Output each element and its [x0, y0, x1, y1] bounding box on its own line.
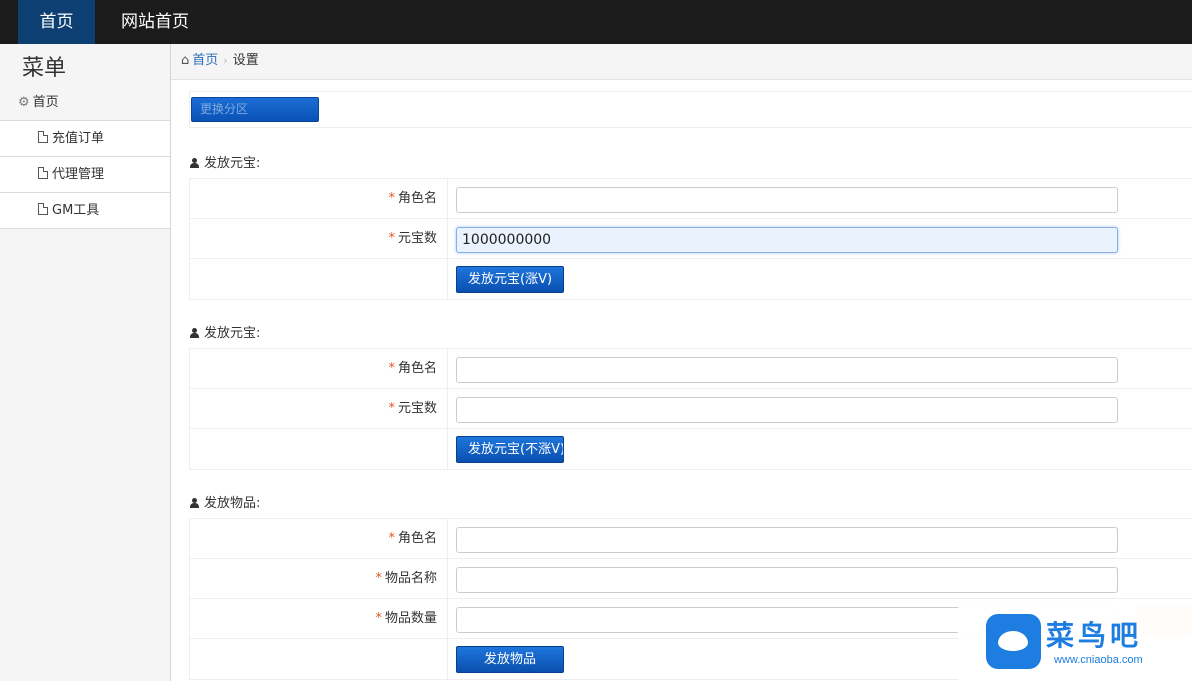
form-grant-ingots-novip: * 角色名 * 元宝数 发放元宝(不涨V) [189, 348, 1192, 470]
required-star: * [388, 531, 395, 546]
form-row: * 角色名 [190, 519, 1192, 559]
field-label: * 角色名 [190, 349, 448, 389]
field-label-text: 物品名称 [384, 571, 437, 586]
field-label-text: 物品数量 [384, 611, 437, 626]
section-title-text: 发放元宝: [204, 156, 261, 171]
field-label: * 角色名 [190, 179, 448, 219]
file-icon [38, 167, 48, 179]
form-row: * 角色名 [190, 349, 1192, 389]
sidebar-item-label: 代理管理 [52, 167, 105, 182]
required-star: * [388, 191, 395, 206]
item-name-input[interactable] [456, 567, 1118, 593]
grant-ingots-vip-button[interactable]: 发放元宝(涨V) [456, 266, 565, 293]
field-label-text: 角色名 [397, 191, 437, 206]
required-star: * [388, 231, 395, 246]
required-star: * [375, 571, 382, 586]
role-name-input[interactable] [456, 527, 1118, 553]
required-star: * [375, 611, 382, 626]
form-row: * 元宝数 [190, 389, 1192, 429]
field-label-text: 角色名 [397, 361, 437, 376]
sidebar: 菜单 ⚙ 首页 充值订单 代理管理 GM工具 [0, 44, 171, 681]
role-name-input[interactable] [456, 187, 1118, 213]
nav-site-home-link[interactable]: 网站首页 [110, 0, 200, 44]
field-label: * 元宝数 [190, 219, 448, 259]
field-label: * 物品名称 [190, 559, 448, 599]
section-title-text: 发放物品: [204, 496, 261, 511]
section-title-text: 发放元宝: [204, 326, 261, 341]
breadcrumb: ⌂ 首页 › 设置 [171, 44, 1192, 80]
grant-items-button[interactable]: 发放物品 [456, 646, 564, 673]
grant-ingots-novip-button[interactable]: 发放元宝(不涨V) [456, 436, 564, 463]
field-label-text: 角色名 [397, 531, 437, 546]
ingot-amount-input[interactable] [456, 227, 1118, 253]
section-title: 发放元宝: [189, 152, 260, 171]
form-row: * 物品名称 [190, 559, 1192, 599]
watermark-logo: 菜鸟吧 www.cniaoba.com [958, 604, 1192, 681]
main-content: 更换分区 发放元宝: *角色名 *元宝数 发放元宝(涨V) 发放元宝: *角色名… [171, 81, 1192, 681]
breadcrumb-home-link[interactable]: 首页 [192, 53, 218, 68]
top-navbar: 首页 网站首页 [0, 0, 1192, 44]
field-label: * 角色名 [190, 519, 448, 559]
sidebar-title: 菜单 [22, 56, 67, 81]
sidebar-group-label: 首页 [32, 95, 59, 110]
user-icon [189, 498, 200, 508]
role-name-input[interactable] [456, 357, 1118, 383]
watermark-text: 菜鸟吧 [1046, 619, 1143, 652]
breadcrumb-current: 设置 [232, 53, 259, 68]
user-icon [189, 328, 200, 338]
switch-zone-bar: 更换分区 [189, 91, 1192, 128]
required-star: * [388, 361, 395, 376]
sidebar-item-label: 充值订单 [52, 131, 105, 146]
form-row: * 元宝数 [190, 219, 1192, 259]
sidebar-item-recharge-orders[interactable]: 充值订单 [0, 121, 170, 157]
required-star: * [388, 401, 395, 416]
section-title: 发放元宝: [189, 322, 260, 341]
gear-icon: ⚙ [18, 95, 30, 110]
user-icon [189, 158, 200, 168]
form-grant-ingots-vip: *角色名 *元宝数 发放元宝(涨V) [189, 178, 1192, 300]
field-label-text: 元宝数 [397, 401, 437, 416]
form-row: 发放元宝(涨V) [190, 259, 1192, 299]
sidebar-item-gm-tools[interactable]: GM工具 [0, 193, 170, 229]
ingot-amount-input[interactable] [456, 397, 1118, 423]
sidebar-item-agent-management[interactable]: 代理管理 [0, 157, 170, 193]
watermark-url: www.cniaoba.com [1054, 654, 1143, 666]
field-label: * 元宝数 [190, 389, 448, 429]
field-label: * 物品数量 [190, 599, 448, 639]
sidebar-item-label: GM工具 [52, 203, 100, 218]
form-row: 发放元宝(不涨V) [190, 429, 1192, 469]
file-icon [38, 131, 48, 143]
sidebar-group-home[interactable]: ⚙ 首页 [0, 88, 170, 121]
chevron-right-icon: › [223, 54, 228, 67]
form-row: * 角色名 [190, 179, 1192, 219]
switch-zone-button[interactable]: 更换分区 [191, 97, 319, 122]
field-label-empty [190, 639, 448, 679]
field-label-empty [190, 259, 448, 299]
field-label-empty [190, 429, 448, 469]
bird-logo-icon [986, 614, 1041, 669]
section-title: 发放物品: [189, 492, 260, 511]
home-icon: ⌂ [181, 53, 190, 68]
nav-home-tab[interactable]: 首页 [18, 0, 95, 44]
file-icon [38, 203, 48, 215]
field-label-text: 元宝数 [397, 231, 437, 246]
